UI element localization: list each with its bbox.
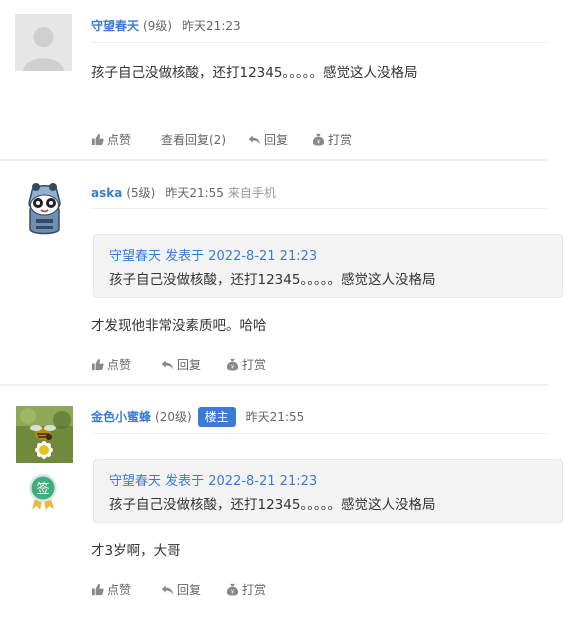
svg-text:¥: ¥ [231, 590, 235, 596]
reply-arrow-icon [161, 584, 174, 595]
user-level: (20级) [155, 410, 192, 424]
reply-arrow-icon [248, 134, 261, 145]
money-bag-icon: ¥ [226, 358, 239, 371]
post-meta: 守望春天 (9级) 昨天21:23 [91, 17, 241, 34]
post-time: 昨天21:55 [165, 186, 224, 200]
money-bag-icon: ¥ [226, 583, 239, 596]
tip-label: 打赏 [242, 358, 267, 372]
post-2: aska (5级) 昨天21:55 来自手机 守望春天 发表于 2022-8-21 2… [0, 161, 563, 385]
reply-label: 回复 [177, 358, 202, 372]
meta-divider [91, 208, 548, 209]
username-link[interactable]: 金色小蜜蜂 [91, 410, 151, 424]
like-label: 点赞 [107, 583, 132, 597]
post-3: 签 金色小蜜蜂 (20级) 楼主 昨天21:55 守望春天 发表于 2022-8-21… [0, 386, 563, 623]
username-link[interactable]: 守望春天 [91, 19, 139, 33]
like-label: 点赞 [107, 358, 132, 372]
post-content: 才3岁啊，大哥 [91, 543, 181, 559]
meta-divider [91, 42, 548, 43]
username-link[interactable]: aska [91, 186, 122, 200]
svg-text:¥: ¥ [317, 140, 321, 146]
op-badge: 楼主 [197, 407, 236, 427]
tip-label: 打赏 [328, 133, 353, 147]
like-button[interactable]: 点赞 [91, 131, 131, 148]
user-level: (9级) [143, 19, 173, 33]
quote-author-link[interactable]: 守望春天 发表于 2022-8-21 21:23 [109, 470, 317, 489]
post-meta: 金色小蜜蜂 (20级) 楼主 昨天21:55 [91, 407, 304, 427]
meta-divider [91, 433, 548, 434]
quote-author-link[interactable]: 守望春天 发表于 2022-8-21 21:23 [109, 245, 317, 264]
tip-label: 打赏 [242, 583, 267, 597]
view-replies-label: 查看回复(2) [161, 133, 226, 147]
view-replies-button[interactable]: 查看回复(2) [161, 131, 226, 148]
reply-button[interactable]: 回复 [161, 581, 201, 598]
tip-button[interactable]: ¥ 打赏 [226, 581, 266, 598]
post-content: 孩子自己没做核酸，还打12345。。。。。感觉这人没格局 [91, 65, 418, 81]
svg-text:¥: ¥ [231, 365, 235, 371]
sign-medal-icon: 签 [29, 474, 57, 510]
quote-text: 孩子自己没做核酸，还打12345。。。。。感觉这人没格局 [109, 272, 436, 288]
reply-label: 回复 [177, 583, 202, 597]
robot-panda-avatar-icon [16, 181, 73, 238]
quote-block: 守望春天 发表于 2022-8-21 21:23 孩子自己没做核酸，还打1234… [93, 459, 563, 523]
user-avatar[interactable] [16, 181, 73, 238]
thumb-up-icon [91, 133, 104, 146]
reply-button[interactable]: 回复 [161, 356, 201, 373]
money-bag-icon: ¥ [312, 133, 325, 146]
user-avatar[interactable] [16, 406, 73, 463]
bee-on-flower-avatar-icon [16, 406, 73, 463]
reply-arrow-icon [161, 359, 174, 370]
like-button[interactable]: 点赞 [91, 581, 131, 598]
post-content: 才发现他非常没素质吧。哈哈 [91, 318, 267, 334]
like-label: 点赞 [107, 133, 132, 147]
thumb-up-icon [91, 583, 104, 596]
quote-text: 孩子自己没做核酸，还打12345。。。。。感觉这人没格局 [109, 497, 436, 513]
post-time: 昨天21:23 [182, 19, 241, 33]
sign-medal[interactable]: 签 [27, 473, 59, 511]
quote-block: 守望春天 发表于 2022-8-21 21:23 孩子自己没做核酸，还打1234… [93, 234, 563, 298]
tip-button[interactable]: ¥ 打赏 [312, 131, 352, 148]
user-avatar[interactable] [15, 14, 72, 71]
tip-button[interactable]: ¥ 打赏 [226, 356, 266, 373]
post-meta: aska (5级) 昨天21:55 来自手机 [91, 184, 276, 201]
medal-text: 签 [36, 481, 49, 497]
user-level: (5级) [126, 186, 156, 200]
post-source: 来自手机 [227, 186, 276, 200]
reply-label: 回复 [264, 133, 289, 147]
default-avatar-icon [15, 14, 72, 71]
post-1: 守望春天 (9级) 昨天21:23 孩子自己没做核酸，还打12345。。。。。感觉这… [0, 0, 548, 160]
post-time: 昨天21:55 [245, 410, 305, 424]
thumb-up-icon [91, 358, 104, 371]
like-button[interactable]: 点赞 [91, 356, 131, 373]
reply-button[interactable]: 回复 [248, 131, 288, 148]
